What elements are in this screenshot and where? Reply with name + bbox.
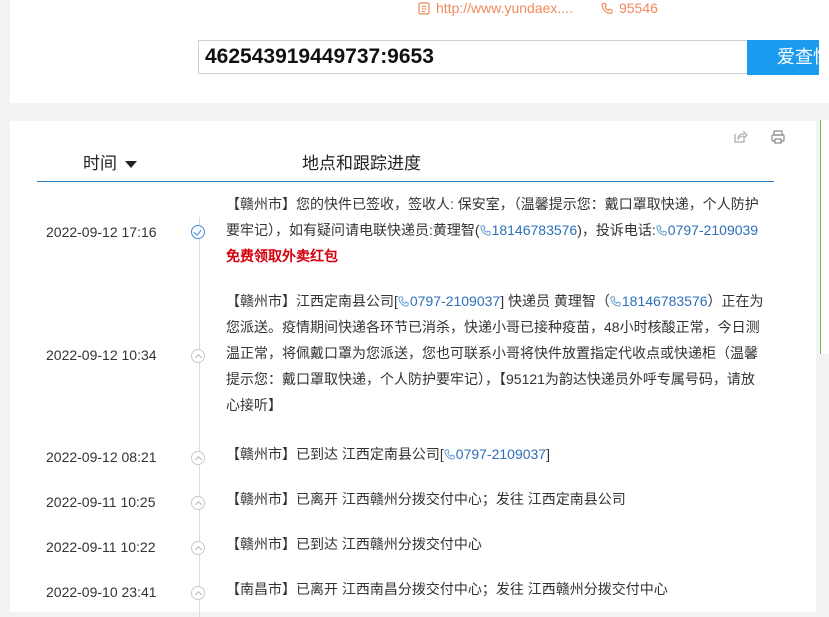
event-time: 2022-09-10 23:41 <box>46 584 157 600</box>
event-time: 2022-09-12 10:34 <box>46 347 157 363</box>
chevron-up-circle-icon <box>191 496 205 510</box>
event-text: 【赣州市】已离开 江西赣州分拨交付中心；发往 江西定南县公司 <box>226 491 626 507</box>
event-text: ）正在为您派送。疫情期间快递各环节已消杀，快递小哥已接种疫苗，48小时核酸正常，… <box>226 293 764 413</box>
chevron-up-circle-icon <box>191 541 205 555</box>
phone-icon <box>479 225 491 236</box>
phone-icon <box>398 296 409 307</box>
tracking-panel: 时间 地点和跟踪进度 2022-09-12 17:16 【赣州市】您的快件已签收，… <box>10 121 816 617</box>
event-time: 2022-09-12 08:21 <box>46 449 157 465</box>
side-panel-edge <box>820 120 829 354</box>
event-description: 【赣州市】已离开 江西赣州分拨交付中心；发往 江西定南县公司 <box>226 486 766 512</box>
time-column-header[interactable]: 时间 <box>83 149 137 174</box>
event-description: 【赣州市】您的快件已签收，签收人: 保安室，（温馨提示您：戴口罩取快递，个人防护… <box>226 191 766 269</box>
phone-icon <box>601 2 613 14</box>
location-column-header: 地点和跟踪进度 <box>302 154 421 173</box>
time-header-label: 时间 <box>83 154 117 173</box>
phone-icon <box>656 225 667 236</box>
tracking-number-input[interactable]: 462543919449737:9653 <box>198 40 747 74</box>
event-description: 【赣州市】已到达 江西定南县公司[0797-2109037] <box>226 441 766 467</box>
phone-link[interactable]: 0797-2109037 <box>398 293 500 309</box>
event-text: 【赣州市】江西定南县公司[ <box>226 293 398 309</box>
event-description: 【赣州市】江西定南县公司[0797-2109037] 快递员 黄理智（ 18146… <box>226 288 766 418</box>
promo-link[interactable]: 免费领取外卖红包 <box>226 248 338 264</box>
event-description: 【南昌市】已离开 江西南昌分拨交付中心；发往 江西赣州分拨交付中心 <box>226 576 766 602</box>
event-time: 2022-09-12 17:16 <box>46 224 157 240</box>
event-text: 【赣州市】已到达 江西赣州分拨交付中心 <box>226 536 482 552</box>
search-button[interactable]: 爱查快递 <box>747 40 819 75</box>
chevron-up-circle-icon <box>191 349 205 363</box>
contact-bar: http://www.yundaex.... 95546 <box>418 0 658 16</box>
table-header: 时间 地点和跟踪进度 <box>37 147 774 182</box>
event-text: ] 快递员 黄理智（ <box>500 293 610 309</box>
event-time: 2022-09-11 10:25 <box>46 494 156 510</box>
timeline-line <box>199 217 200 617</box>
event-text: 【赣州市】已到达 江西定南县公司[ <box>226 446 444 462</box>
toolbar <box>732 129 786 145</box>
hotline-number[interactable]: 95546 <box>619 0 658 16</box>
check-circle-icon <box>191 225 205 239</box>
event-text: )，投诉电话: <box>577 222 656 238</box>
website-link[interactable]: http://www.yundaex.... <box>436 0 573 16</box>
chevron-up-circle-icon <box>191 586 205 600</box>
event-text: 【南昌市】已离开 江西南昌分拨交付中心；发往 江西赣州分拨交付中心 <box>226 581 668 597</box>
event-time: 2022-09-11 10:22 <box>46 539 156 555</box>
sort-down-icon[interactable] <box>125 161 137 169</box>
share-icon[interactable] <box>732 129 748 145</box>
event-text: ] <box>546 446 550 462</box>
document-icon <box>418 1 430 15</box>
event-description: 【赣州市】已到达 江西赣州分拨交付中心 <box>226 531 766 557</box>
phone-link[interactable]: 0797-2109037 <box>444 446 546 462</box>
phone-link[interactable]: 18146783576 <box>610 293 708 309</box>
phone-icon <box>610 296 621 307</box>
phone-icon <box>444 449 455 460</box>
chevron-up-circle-icon <box>191 451 205 465</box>
phone-link[interactable]: 18146783576 <box>479 222 577 238</box>
phone-link[interactable]: 0797-2109039 <box>656 222 758 238</box>
print-icon[interactable] <box>770 129 786 145</box>
